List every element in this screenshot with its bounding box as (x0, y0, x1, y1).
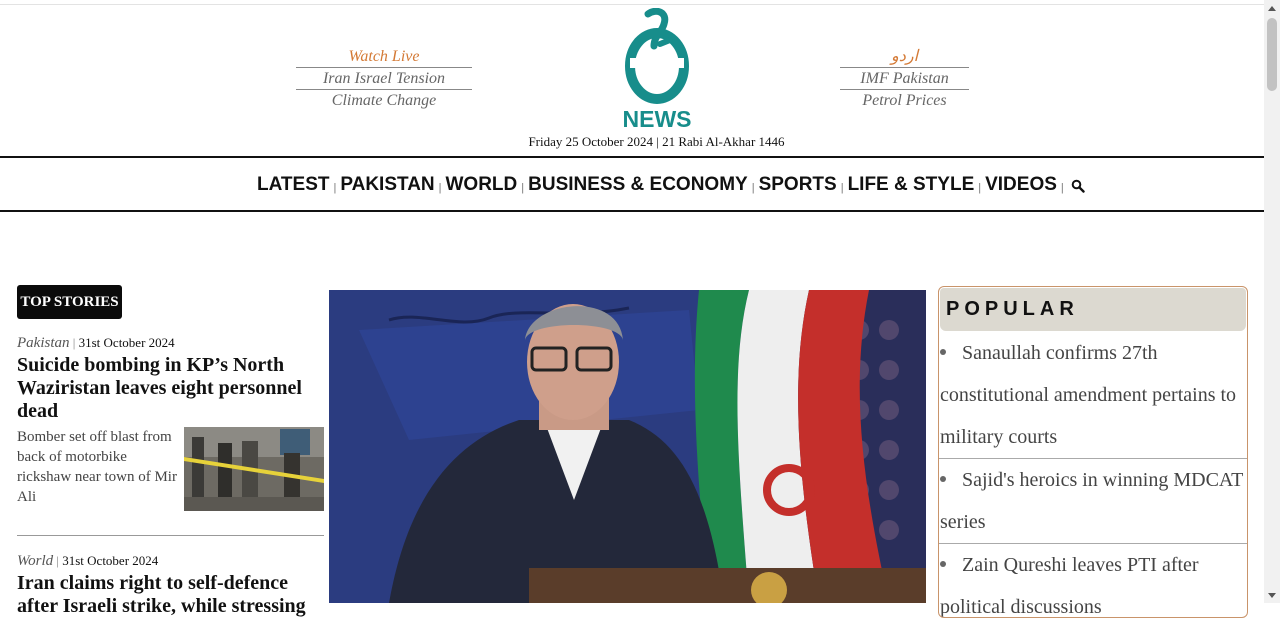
logo-wordmark: NEWS (622, 106, 692, 132)
header-links-left: Watch Live Iran Israel Tension Climate C… (296, 46, 472, 111)
meta-separator: | (72, 335, 76, 350)
iran-israel-link[interactable]: Iran Israel Tension (296, 67, 472, 89)
popular-item-title[interactable]: Sanaullah confirms 27th constitutional a… (940, 342, 1236, 448)
nav-separator: | (333, 182, 337, 194)
popular-list: Sanaullah confirms 27th constitutional a… (939, 332, 1247, 617)
urdu-link[interactable]: اردو (840, 46, 969, 67)
site-header: Watch Live Iran Israel Tension Climate C… (0, 0, 1264, 157)
popular-item-title[interactable]: Zain Qureshi leaves PTI after political … (940, 554, 1199, 617)
page-scrollbar[interactable] (1264, 0, 1280, 603)
nav-pakistan[interactable]: PAKISTAN (340, 174, 434, 196)
bullet-icon (940, 476, 946, 482)
popular-heading: POPULAR (940, 288, 1246, 331)
header-links-right: اردو IMF Pakistan Petrol Prices (840, 46, 969, 111)
popular-item[interactable]: Sajid's heroics in winning MDCAT series (939, 459, 1247, 544)
imf-pakistan-link[interactable]: IMF Pakistan (840, 67, 969, 89)
story-item[interactable]: World | 31st October 2024 Iran claims ri… (17, 553, 324, 618)
nav-separator: | (438, 182, 442, 194)
petrol-prices-link[interactable]: Petrol Prices (840, 89, 969, 111)
nav-sports[interactable]: SPORTS (759, 174, 837, 196)
nav-separator: | (521, 182, 525, 194)
aaj-logo-icon (625, 8, 689, 104)
nav-separator: | (751, 182, 755, 194)
story-excerpt: Bomber set off blast from back of motorb… (17, 429, 177, 505)
popular-item[interactable]: Zain Qureshi leaves PTI after political … (939, 544, 1247, 617)
nav-world[interactable]: WORLD (446, 174, 518, 196)
story-title[interactable]: Iran claims right to self-defence after … (17, 572, 324, 618)
scroll-up-icon[interactable] (1268, 6, 1276, 11)
dateline: Friday 25 October 2024 | 21 Rabi Al-Akha… (528, 134, 785, 149)
popular-item[interactable]: Sanaullah confirms 27th constitutional a… (939, 332, 1247, 459)
story-meta: World | 31st October 2024 (17, 553, 324, 570)
story-date: 31st October 2024 (78, 335, 175, 350)
nav-business-economy[interactable]: BUSINESS & ECONOMY (528, 174, 748, 196)
top-stories-badge: TOP STORIES (17, 285, 122, 319)
nav-separator: | (978, 182, 982, 194)
nav-separator: | (840, 182, 844, 194)
story-divider (17, 535, 324, 536)
story-thumbnail[interactable] (184, 427, 324, 511)
story-title[interactable]: Suicide bombing in KP’s North Waziristan… (17, 354, 324, 423)
nav-menu: LATEST | PAKISTAN | WORLD | BUSINESS & E… (257, 174, 1085, 196)
meta-separator: | (56, 553, 59, 568)
scrollbar-thumb[interactable] (1267, 18, 1277, 91)
main-nav: LATEST | PAKISTAN | WORLD | BUSINESS & E… (0, 156, 1264, 212)
hero-image[interactable] (329, 290, 926, 603)
nav-separator: | (1060, 182, 1064, 194)
story-category[interactable]: World (17, 553, 53, 569)
story-date: 31st October 2024 (62, 553, 159, 568)
aaj-news-logo[interactable]: NEWS (620, 8, 694, 132)
scroll-down-icon[interactable] (1268, 593, 1276, 598)
story-meta: Pakistan | 31st October 2024 (17, 335, 324, 352)
bullet-icon (940, 561, 946, 567)
nav-life-style[interactable]: LIFE & STYLE (848, 174, 975, 196)
popular-panel: POPULAR Sanaullah confirms 27th constitu… (938, 286, 1248, 618)
story-category[interactable]: Pakistan (17, 335, 70, 351)
bullet-icon (940, 349, 946, 355)
nav-latest[interactable]: LATEST (257, 174, 329, 196)
search-icon[interactable] (1071, 179, 1085, 193)
climate-change-link[interactable]: Climate Change (296, 89, 472, 111)
story-item[interactable]: Pakistan | 31st October 2024 Suicide bom… (17, 335, 324, 513)
story-excerpt-block: Bomber set off blast from back of motorb… (17, 427, 324, 513)
popular-item-title[interactable]: Sajid's heroics in winning MDCAT series (940, 469, 1243, 533)
watch-live-link[interactable]: Watch Live (296, 46, 472, 67)
nav-videos[interactable]: VIDEOS (985, 174, 1057, 196)
